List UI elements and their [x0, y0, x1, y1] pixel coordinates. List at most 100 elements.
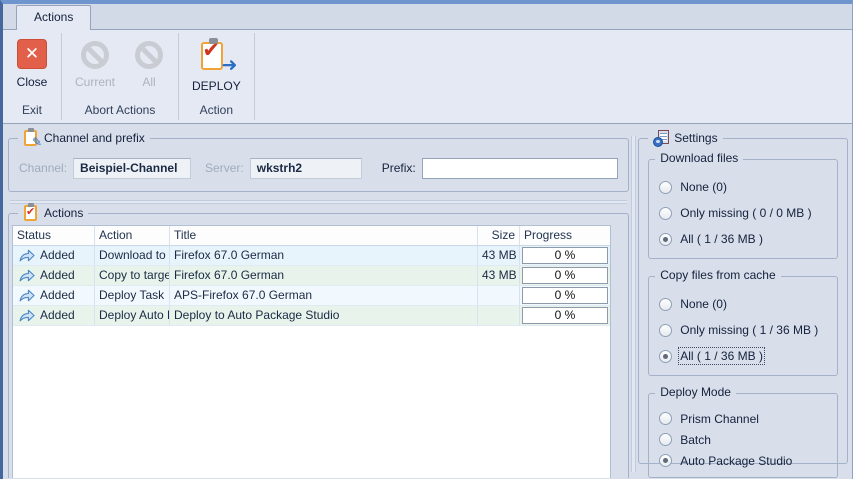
group-title: Download files — [655, 151, 743, 165]
abort-slash-icon — [135, 41, 163, 69]
radio-button[interactable] — [659, 207, 672, 220]
table-row[interactable]: AddedDeploy TaskAPS-Firefox 67.0 German0… — [13, 286, 610, 306]
table-row[interactable]: AddedDeploy Auto PackDeploy to Auto Pack… — [13, 306, 610, 326]
ribbon-group-label-exit: Exit — [3, 102, 61, 123]
ribbon: ✕ Close Exit Current All Abort Actions — [3, 30, 852, 124]
radio-button[interactable] — [659, 454, 672, 467]
actions-group-legend: ✔ Actions — [18, 205, 88, 221]
close-button[interactable]: ✕ Close — [9, 37, 55, 91]
ribbon-tab-strip: Actions — [3, 4, 852, 30]
progress-cell: 0 % — [520, 266, 610, 285]
status-text: Added — [40, 246, 75, 265]
column-header-action[interactable]: Action — [95, 226, 170, 245]
group-title: Actions — [44, 206, 83, 220]
size-cell — [478, 286, 520, 305]
radio-option-only-missing-0-0-mb[interactable]: Only missing ( 0 / 0 MB ) — [659, 200, 831, 226]
button-label: All — [142, 75, 155, 89]
content-area: ✎ Channel and prefix Channel: Beispiel-C… — [3, 124, 852, 478]
settings-group-download-files: Download filesNone (0)Only missing ( 0 /… — [648, 159, 838, 259]
server-label: Server: — [205, 161, 244, 175]
abort-current-button[interactable]: Current — [68, 37, 122, 91]
deploy-button[interactable]: ✔➜ DEPLOY — [185, 37, 248, 95]
radio-label: Auto Package Studio — [680, 454, 792, 468]
radio-button[interactable] — [659, 298, 672, 311]
status-text: Added — [40, 306, 75, 325]
radio-button[interactable] — [659, 233, 672, 246]
radio-label: All ( 1 / 36 MB ) — [680, 349, 763, 363]
channel-and-prefix-group: ✎ Channel and prefix Channel: Beispiel-C… — [8, 138, 629, 192]
prefix-label: Prefix: — [382, 161, 416, 175]
ribbon-group-abort-actions: Current All Abort Actions — [62, 30, 178, 123]
table-row[interactable]: AddedCopy to targetFirefox 67.0 German43… — [13, 266, 610, 286]
radio-button[interactable] — [659, 412, 672, 425]
ribbon-group-label-action: Action — [179, 102, 254, 123]
progress-cell: 0 % — [520, 286, 610, 305]
app-window: { "colors": { "accent_blue": "#2a6fc4", … — [0, 0, 853, 479]
radio-button[interactable] — [659, 181, 672, 194]
progress-box: 0 % — [522, 287, 608, 304]
abort-slash-icon — [81, 41, 109, 69]
title-cell: APS-Firefox 67.0 German — [170, 286, 478, 305]
radio-label: None (0) — [680, 297, 727, 311]
radio-button[interactable] — [659, 433, 672, 446]
status-cell: Added — [13, 246, 95, 265]
table-row[interactable]: AddedDownload to cachFirefox 67.0 German… — [13, 246, 610, 266]
progress-cell: 0 % — [520, 246, 610, 265]
settings-group-legend: Settings — [648, 130, 722, 146]
deploy-clipboard-arrow-icon: ✔➜ — [198, 39, 234, 73]
ribbon-separator — [254, 33, 255, 120]
group-title: Channel and prefix — [44, 131, 145, 145]
prefix-input[interactable] — [422, 158, 618, 179]
added-arrow-icon — [19, 309, 35, 322]
added-arrow-icon — [19, 269, 35, 282]
status-cell: Added — [13, 306, 95, 325]
abort-all-button[interactable]: All — [126, 37, 172, 91]
progress-box: 0 % — [522, 267, 608, 284]
radio-label: Only missing ( 1 / 36 MB ) — [680, 323, 818, 337]
column-header-progress[interactable]: Progress — [520, 226, 610, 245]
vertical-splitter[interactable] — [631, 136, 636, 472]
radio-button[interactable] — [659, 350, 672, 363]
settings-group: Settings Download filesNone (0)Only miss… — [638, 138, 848, 464]
actions-table-header: Status Action Title Size Progress — [13, 226, 610, 246]
radio-option-all-1-36-mb[interactable]: All ( 1 / 36 MB ) — [659, 343, 831, 369]
ribbon-group-action: ✔➜ DEPLOY Action — [179, 30, 254, 123]
ribbon-group-label-abort-actions: Abort Actions — [62, 102, 178, 123]
radio-option-auto-package-studio[interactable]: Auto Package Studio — [659, 450, 831, 471]
settings-column: Settings Download filesNone (0)Only miss… — [638, 124, 848, 478]
radio-label: Prism Channel — [680, 412, 759, 426]
radio-option-all-1-36-mb[interactable]: All ( 1 / 36 MB ) — [659, 226, 831, 252]
column-header-size[interactable]: Size — [478, 226, 520, 245]
column-header-status[interactable]: Status — [13, 226, 95, 245]
actions-table: Status Action Title Size Progress AddedD… — [12, 225, 611, 478]
channel-label: Channel: — [19, 161, 67, 175]
action-cell: Deploy Task — [95, 286, 170, 305]
status-cell: Added — [13, 266, 95, 285]
group-title: Copy files from cache — [655, 268, 780, 282]
radio-label: Batch — [680, 433, 711, 447]
close-icon: ✕ — [17, 39, 47, 69]
radio-option-none-0[interactable]: None (0) — [659, 291, 831, 317]
left-column: ✎ Channel and prefix Channel: Beispiel-C… — [8, 124, 629, 478]
server-value-field: wkstrh2 — [250, 158, 362, 179]
clipboard-check-icon: ✔ — [23, 205, 39, 221]
action-cell: Download to cach — [95, 246, 170, 265]
radio-option-none-0[interactable]: None (0) — [659, 174, 831, 200]
radio-button[interactable] — [659, 324, 672, 337]
channel-group-legend: ✎ Channel and prefix — [18, 130, 150, 146]
radio-option-only-missing-1-36-mb[interactable]: Only missing ( 1 / 36 MB ) — [659, 317, 831, 343]
radio-label: All ( 1 / 36 MB ) — [680, 232, 763, 246]
horizontal-splitter[interactable] — [10, 200, 627, 204]
added-arrow-icon — [19, 249, 35, 262]
button-label: DEPLOY — [192, 79, 241, 93]
action-cell: Copy to target — [95, 266, 170, 285]
tab-actions[interactable]: Actions — [16, 5, 91, 30]
radio-option-batch[interactable]: Batch — [659, 429, 831, 450]
actions-table-rows: AddedDownload to cachFirefox 67.0 German… — [13, 246, 610, 326]
action-cell: Deploy Auto Pack — [95, 306, 170, 325]
column-header-title[interactable]: Title — [170, 226, 478, 245]
progress-box: 0 % — [522, 247, 608, 264]
radio-option-prism-channel[interactable]: Prism Channel — [659, 408, 831, 429]
channel-value-field: Beispiel-Channel — [73, 158, 191, 179]
progress-cell: 0 % — [520, 306, 610, 325]
